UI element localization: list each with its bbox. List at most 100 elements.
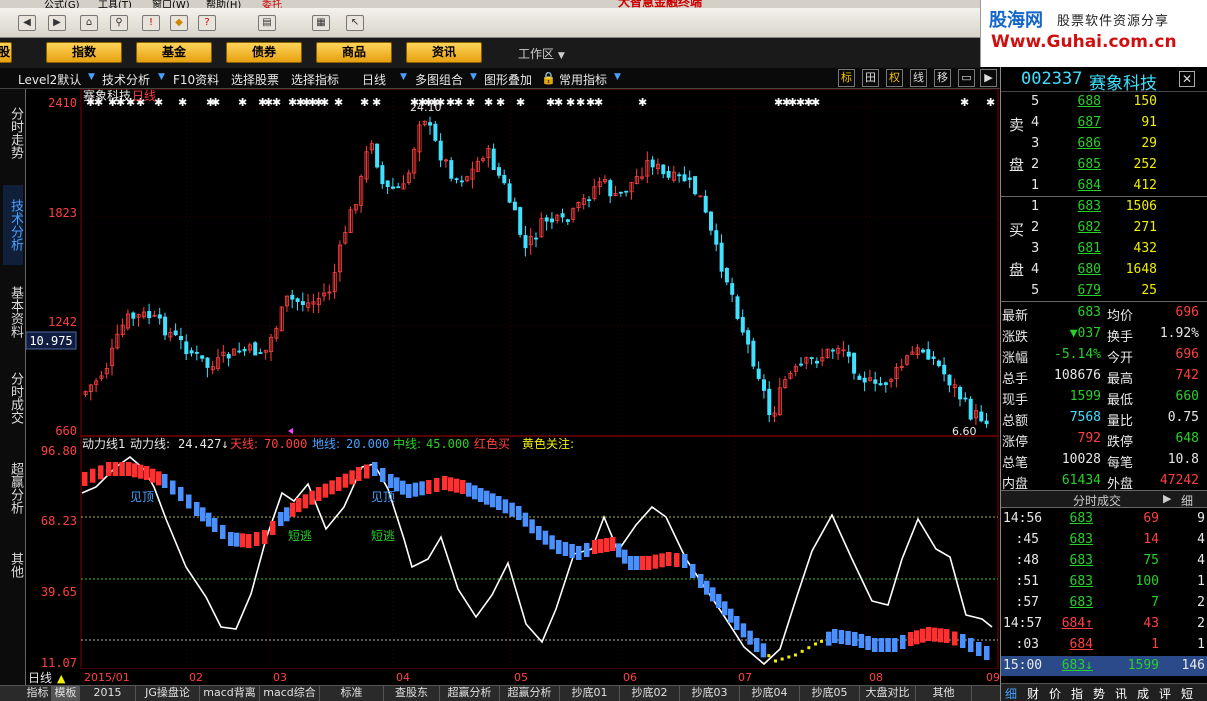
workarea-menu[interactable]: 工作区 ▼	[518, 45, 565, 62]
ticks-detail-button[interactable]: 细	[1181, 492, 1193, 509]
next-icon[interactable]: ▶	[980, 69, 997, 87]
tick-row[interactable]: :57 683 7 2	[1001, 593, 1207, 613]
rights-button[interactable]: 权	[886, 69, 903, 87]
back-icon[interactable]: ◀	[18, 15, 36, 31]
buy-row[interactable]: 4 680 1648	[1001, 260, 1207, 280]
bottom-tab[interactable]: 模板	[52, 686, 80, 701]
mark-button[interactable]: 标	[838, 69, 855, 87]
right-tab[interactable]: 价	[1049, 685, 1061, 701]
dropdown-icon[interactable]: ▼	[158, 72, 165, 82]
tab-super-analysis[interactable]: 超赢分析	[3, 453, 23, 523]
search-icon[interactable]: ⚲	[110, 15, 128, 31]
right-tab[interactable]: 细	[1005, 685, 1017, 701]
bottom-tab[interactable]: 标准	[320, 686, 384, 701]
bottom-tab[interactable]: macd背离	[200, 686, 260, 701]
tab-trades[interactable]: 分时成交	[3, 363, 23, 433]
dropdown-icon[interactable]: ▼	[614, 72, 621, 82]
pointer-help-icon[interactable]: ↖	[346, 15, 364, 31]
right-tab[interactable]: 评	[1159, 685, 1171, 701]
sell-row[interactable]: 4 687 91	[1001, 113, 1207, 133]
stat-row[interactable]: 总额 7568 量比 0.75	[1001, 408, 1207, 429]
period-daily-menu[interactable]: 日线	[362, 71, 386, 88]
bottom-tab[interactable]: 抄底03	[680, 686, 740, 701]
close-icon[interactable]: ✕	[1179, 71, 1195, 87]
dropdown-icon[interactable]: ▼	[88, 72, 95, 82]
nav-fund-button[interactable]: 基金	[136, 42, 212, 63]
move-button[interactable]: 移	[934, 69, 951, 87]
stat-row[interactable]: 现手 1599 最低 660	[1001, 387, 1207, 408]
stat-row[interactable]: 总笔 10028 每笔 10.8	[1001, 450, 1207, 471]
forward-icon[interactable]: ▶	[48, 15, 66, 31]
tab-technical[interactable]: 技术分析	[3, 185, 23, 265]
bottom-tab[interactable]: 大盘对比	[860, 686, 916, 701]
nav-stock-button[interactable]: 股	[0, 42, 12, 63]
help-icon[interactable]: ?	[198, 15, 216, 31]
buy-row[interactable]: 1 683 1506	[1001, 197, 1207, 217]
grid-button[interactable]: 田	[862, 69, 879, 87]
home-icon[interactable]: ⌂	[80, 15, 98, 31]
indicator-title[interactable]: 动力线1	[82, 437, 126, 451]
buy-row[interactable]: 3 681 432	[1001, 239, 1207, 259]
menu-help[interactable]: 帮助(H)	[206, 0, 241, 8]
buy-row[interactable]: 5 679 25	[1001, 281, 1207, 301]
select-indicator-menu[interactable]: 选择指标	[291, 71, 339, 88]
sell-row[interactable]: 1 684 412	[1001, 176, 1207, 196]
tab-intraday[interactable]: 分时走势	[3, 93, 23, 173]
menu-window[interactable]: 窗口(W)	[152, 0, 190, 8]
right-tab[interactable]: 财	[1027, 685, 1039, 701]
line-button[interactable]: 线	[910, 69, 927, 87]
buy-row[interactable]: 2 682 271	[1001, 218, 1207, 238]
tick-row[interactable]: 14:57 684↑ 43 2	[1001, 614, 1207, 634]
sell-row[interactable]: 3 686 29	[1001, 134, 1207, 154]
stat-row[interactable]: 最新 683 均价 696	[1001, 303, 1207, 324]
tick-row[interactable]: :48 683 75 4	[1001, 551, 1207, 571]
bottom-tab[interactable]: 2015	[80, 686, 136, 701]
nav-bond-button[interactable]: 债券	[226, 42, 302, 63]
nav-index-button[interactable]: 指数	[46, 42, 122, 63]
alert-icon[interactable]: !	[142, 15, 160, 31]
dropdown-icon[interactable]: ▼	[400, 72, 407, 82]
kline-chart[interactable]: ✱✱ ✱✱ ✱ ✱ ✱ ✱ ✱✱ ✱ ✱✱✱ ✱✱✱✱✱✱ ✱ ✱ ✱ ✱✱✱✱✱ ✱✱ ✱ ✱ ✱ ✱ ✱✱ ✱ ✱ ✱✱…	[25, 88, 1000, 685]
print-icon[interactable]: ▤	[258, 15, 276, 31]
stat-row[interactable]: 总手 108676 最高 742	[1001, 366, 1207, 387]
common-indicator-menu[interactable]: 常用指标	[559, 71, 607, 88]
bottom-tab[interactable]: 抄底01	[560, 686, 620, 701]
menu-tools[interactable]: 工具(T)	[98, 0, 132, 8]
bottom-tab[interactable]: 抄底04	[740, 686, 800, 701]
right-tab[interactable]: 指	[1071, 685, 1083, 701]
stat-row[interactable]: 涨幅 -5.14% 今开 696	[1001, 345, 1207, 366]
right-tab[interactable]: 短	[1181, 685, 1193, 701]
tick-row[interactable]: :51 683 100 1	[1001, 572, 1207, 592]
bottom-tab[interactable]: 超赢分析	[500, 686, 560, 701]
tech-analysis-menu[interactable]: 技术分析	[102, 71, 150, 88]
multi-chart-menu[interactable]: 多图组合	[415, 71, 463, 88]
overlay-menu[interactable]: 图形叠加	[484, 71, 532, 88]
bottom-tab[interactable]: JG操盘论	[136, 686, 200, 701]
bottom-tab[interactable]: 其他	[916, 686, 972, 701]
sell-row[interactable]: 2 685 252	[1001, 155, 1207, 175]
bottom-tab[interactable]: 指标	[24, 686, 52, 701]
bottom-tab[interactable]: 超赢分析	[440, 686, 500, 701]
right-tab[interactable]: 成	[1137, 685, 1149, 701]
menu-trade[interactable]: 委托	[262, 0, 282, 8]
right-tab[interactable]: 势	[1093, 685, 1105, 701]
menu-formula[interactable]: 公式(G)	[44, 0, 80, 8]
lock-icon[interactable]: 🔒	[541, 71, 556, 85]
sell-row[interactable]: 5 688 150	[1001, 92, 1207, 112]
tick-row[interactable]: 15:00 683↓ 1599 146	[1001, 656, 1207, 676]
bottom-tab[interactable]: macd综合	[260, 686, 320, 701]
bottom-tab[interactable]: 查股东	[384, 686, 440, 701]
stat-row[interactable]: 内盘 61434 外盘 47242	[1001, 471, 1207, 492]
tick-row[interactable]: :03 684 1 1	[1001, 635, 1207, 655]
f10-menu[interactable]: F10资料	[173, 71, 219, 88]
dropdown-icon[interactable]: ▼	[470, 72, 477, 82]
trade-icon[interactable]: ◆	[170, 15, 188, 31]
layout-default[interactable]: Level2默认	[18, 71, 81, 88]
ticks-play-icon[interactable]: ▶	[1163, 492, 1171, 505]
maximize-icon[interactable]: ▭	[958, 69, 975, 87]
tab-fundamentals[interactable]: 基本资料	[3, 277, 23, 347]
tick-row[interactable]: 14:56 683 69 9	[1001, 509, 1207, 529]
stat-row[interactable]: 涨停 792 跌停 648	[1001, 429, 1207, 450]
stat-row[interactable]: 涨跌 ▼037 换手 1.92%	[1001, 324, 1207, 345]
right-tab[interactable]: 讯	[1115, 685, 1127, 701]
